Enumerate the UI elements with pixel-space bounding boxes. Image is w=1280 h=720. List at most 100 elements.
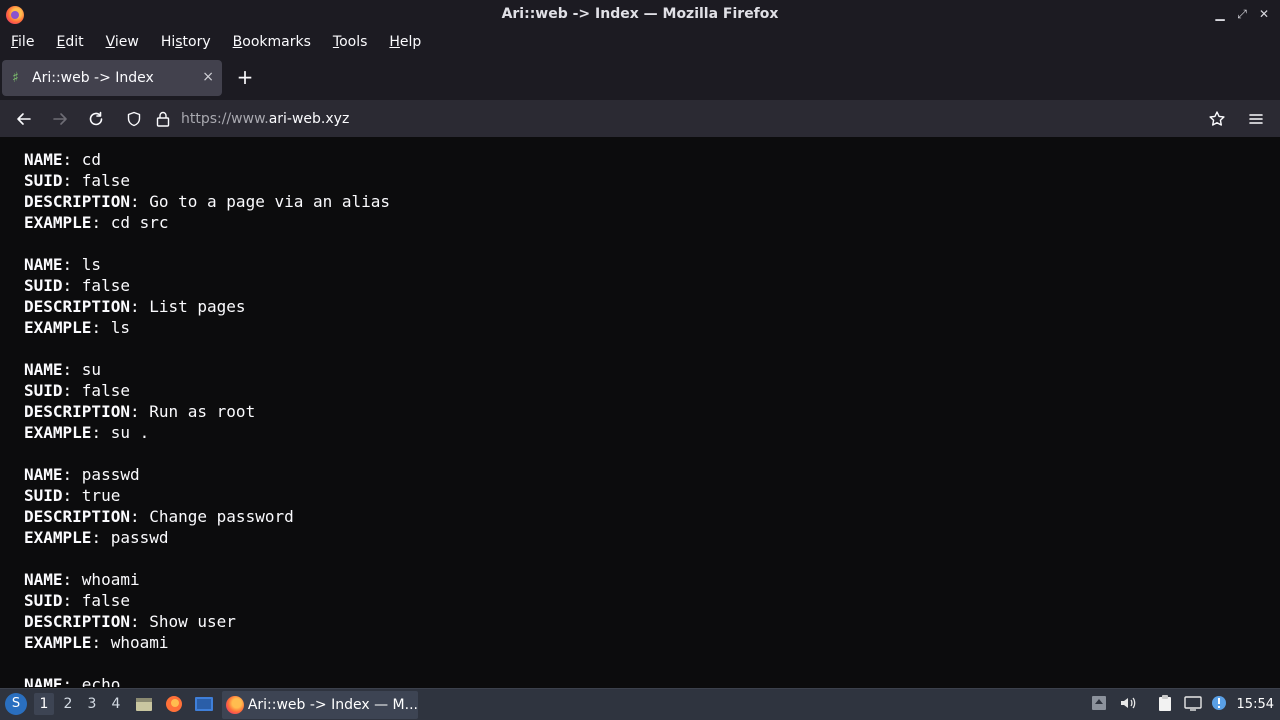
notification-icon[interactable]	[1210, 694, 1228, 712]
menu-bar: File Edit View History Bookmarks Tools H…	[0, 30, 1280, 54]
menu-edit-mnemonic: E	[56, 34, 66, 50]
back-arrow-icon	[17, 113, 31, 125]
firefox-task-icon	[226, 696, 244, 714]
menu-view[interactable]: View	[106, 34, 139, 50]
terminal-launcher-icon[interactable]	[194, 694, 214, 714]
name-key: NAME	[24, 360, 63, 379]
menu-bookmarks-label: ookmarks	[242, 34, 311, 50]
star-icon	[1209, 111, 1225, 126]
name-key: NAME	[24, 675, 63, 687]
example-line: EXAMPLE: cd src	[24, 213, 169, 232]
menu-edit[interactable]: Edit	[56, 34, 83, 50]
description-line: DESCRIPTION: List pages	[24, 297, 246, 316]
url-host: ari-web.xyz	[268, 111, 350, 127]
menu-history-mnemonic: s	[175, 34, 183, 50]
lock-icon[interactable]	[155, 110, 171, 128]
name-line: NAME: su	[24, 360, 102, 379]
taskbar-firefox-window[interactable]: Ari::web -> Index — M...	[222, 691, 418, 719]
example-value: cd src	[110, 213, 169, 232]
name-key: NAME	[24, 570, 63, 589]
url-prefix: https://www.	[181, 111, 269, 127]
menu-bookmarks[interactable]: Bookmarks	[233, 34, 311, 50]
example-line: EXAMPLE: whoami	[24, 633, 169, 652]
reload-icon	[89, 111, 103, 126]
tab-close-icon[interactable]: ×	[202, 69, 214, 85]
start-menu-icon[interactable]: S	[5, 693, 27, 715]
hamburger-menu-icon	[1249, 114, 1263, 124]
url-text: https://www.ari-web.xyz	[181, 111, 349, 127]
menu-history-label: tory	[182, 34, 211, 50]
name-value: cd	[81, 150, 102, 169]
command-entry: NAME: su SUID: false DESCRIPTION: Run as…	[24, 359, 255, 443]
reload-button[interactable]	[85, 108, 107, 130]
workspace-3[interactable]: 3	[82, 696, 102, 712]
taskbar-task-label: Ari::web -> Index — M...	[247, 697, 418, 713]
new-tab-button[interactable]: +	[234, 66, 256, 88]
close-window-icon[interactable]: ✕	[1256, 5, 1272, 23]
workspace-1[interactable]: 1	[34, 693, 54, 715]
tray-upload-icon[interactable]	[1090, 694, 1108, 712]
menu-tools[interactable]: Tools	[333, 34, 368, 50]
suid-line: SUID: false	[24, 276, 130, 295]
forward-arrow-icon	[53, 113, 67, 125]
name-value: ls	[81, 255, 102, 274]
name-key: NAME	[24, 150, 63, 169]
firefox-launcher-icon[interactable]	[164, 694, 184, 714]
name-key: NAME	[24, 465, 63, 484]
suid-key: SUID	[24, 381, 63, 400]
workspace-2[interactable]: 2	[58, 696, 78, 712]
menu-file[interactable]: File	[11, 34, 34, 50]
minimize-icon[interactable]: ▁	[1212, 5, 1228, 23]
page-content: NAME: cd SUID: false DESCRIPTION: Go to …	[0, 139, 1280, 687]
taskbar: S 1 2 3 4 Ari::web -> Index — M... 15:54	[0, 688, 1280, 720]
example-value: ls	[110, 318, 130, 337]
description-key: DESCRIPTION	[24, 192, 130, 211]
window-title: Ari::web -> Index — Mozilla Firefox	[501, 6, 779, 22]
menu-history[interactable]: History	[161, 34, 211, 50]
tab-label: Ari::web -> Index	[32, 70, 154, 86]
suid-line: SUID: false	[24, 591, 130, 610]
description-key: DESCRIPTION	[24, 402, 130, 421]
clipboard-icon[interactable]	[1156, 694, 1174, 712]
workspace-4[interactable]: 4	[106, 696, 126, 712]
forward-button[interactable]	[49, 108, 71, 130]
name-line: NAME: echo	[24, 674, 120, 687]
command-entry: NAME: passwd SUID: true DESCRIPTION: Cha…	[24, 464, 294, 548]
suid-key: SUID	[24, 171, 63, 190]
menu-tools-label: ools	[339, 34, 368, 50]
suid-value: false	[81, 381, 130, 400]
menu-file-mnemonic: F	[11, 34, 19, 50]
example-value: su .	[110, 423, 150, 442]
description-line: DESCRIPTION: Change password	[24, 507, 294, 526]
suid-value: true	[81, 486, 121, 505]
bookmark-star-button[interactable]	[1206, 108, 1228, 130]
file-manager-icon[interactable]	[134, 694, 154, 714]
example-key: EXAMPLE	[24, 633, 92, 652]
menu-help[interactable]: Help	[389, 34, 421, 50]
command-entry: NAME: ls SUID: false DESCRIPTION: List p…	[24, 254, 246, 338]
suid-value: false	[81, 171, 130, 190]
menu-view-mnemonic: V	[105, 34, 115, 50]
example-key: EXAMPLE	[24, 528, 92, 547]
description-key: DESCRIPTION	[24, 612, 130, 631]
suid-key: SUID	[24, 486, 63, 505]
suid-line: SUID: false	[24, 381, 130, 400]
navigation-bar: https://www.ari-web.xyz	[0, 100, 1280, 138]
name-value: passwd	[81, 465, 140, 484]
display-icon[interactable]	[1184, 694, 1202, 712]
description-line: DESCRIPTION: Run as root	[24, 402, 256, 421]
back-button[interactable]	[13, 108, 35, 130]
tracking-protection-shield-icon[interactable]	[126, 111, 142, 127]
volume-icon[interactable]	[1119, 694, 1137, 712]
name-line: NAME: whoami	[24, 570, 140, 589]
app-menu-button[interactable]	[1245, 108, 1267, 130]
name-line: NAME: passwd	[24, 465, 140, 484]
clock[interactable]: 15:54	[1237, 697, 1274, 712]
tab-ari-web-index[interactable]: ♯ Ari::web -> Index ×	[2, 60, 222, 96]
menu-edit-label: dit	[65, 34, 84, 50]
suid-line: SUID: false	[24, 171, 130, 190]
site-favicon-icon: ♯	[12, 70, 19, 86]
example-value: whoami	[110, 633, 169, 652]
url-bar[interactable]: https://www.ari-web.xyz	[118, 104, 1238, 134]
maximize-icon[interactable]: ⤢	[1234, 5, 1250, 23]
